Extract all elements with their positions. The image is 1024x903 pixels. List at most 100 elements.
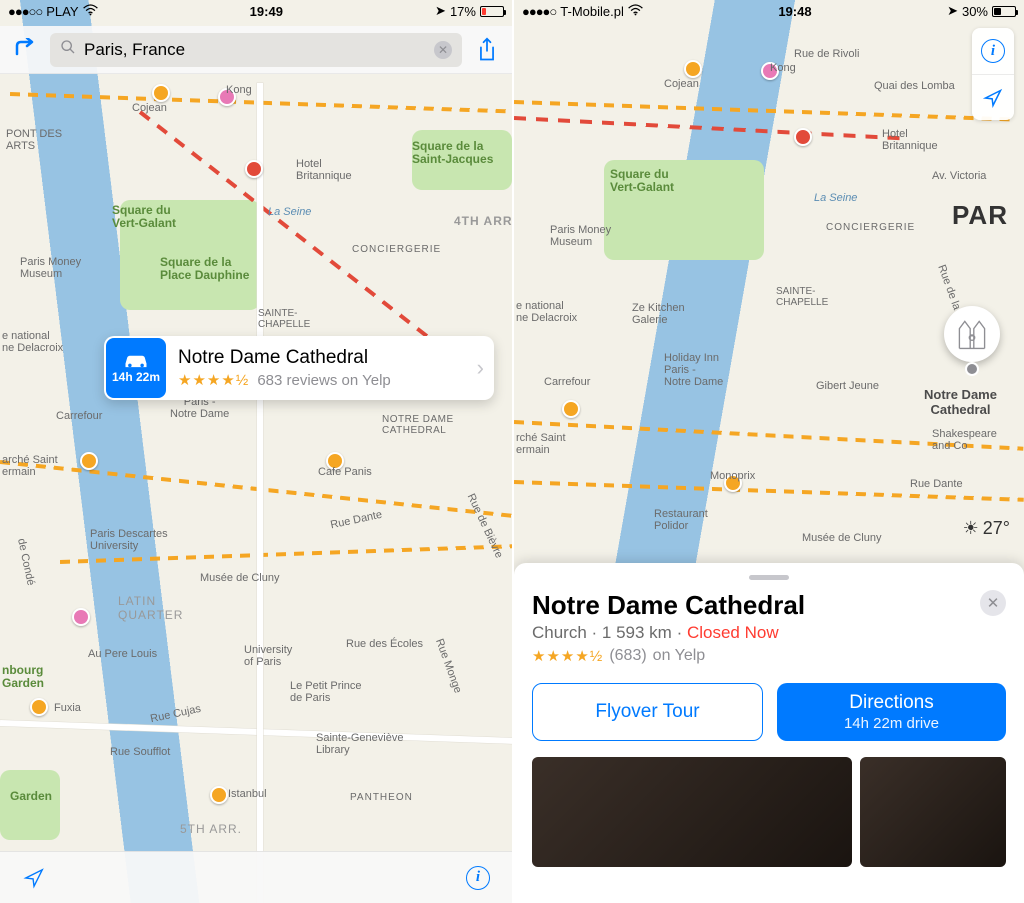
map-label: Le Petit Prince de Paris [290,680,362,704]
map-label: SAINTE- CHAPELLE [776,286,828,308]
battery-icon [992,6,1016,17]
flyover-tour-button[interactable]: Flyover Tour [532,683,763,741]
map-label: University of Paris [244,644,292,668]
drag-handle[interactable] [749,575,789,580]
location-services-icon: ➤ [947,3,958,19]
map-label: Square du Vert-Galant [610,168,674,194]
map-label: Holiday Inn Paris - Notre Dame [664,352,723,388]
map-label: CONCIERGERIE [826,222,915,233]
map-label-district: 5TH ARR. [180,822,242,836]
map-label: Fuxia [54,702,81,714]
map-label: PANTHEON [350,792,413,803]
map-label: Square de la Saint-Jacques [412,140,493,166]
right-screenshot: Rue de Rivoli Cojean Kong Quai des Lomba… [514,0,1024,903]
clock: 19:48 [778,4,811,19]
car-icon [122,352,150,370]
map-label: e national ne Delacroix [516,300,577,324]
map-label: Rue Soufflot [110,746,170,758]
place-callout[interactable]: 14h 22m Notre Dame Cathedral ★★★★½ 683 r… [104,336,494,400]
map-controls: i [972,28,1014,120]
status-bar: ●●●●○ T-Mobile.pl 19:48 ➤ 30% [514,0,1024,22]
review-count: 683 reviews on Yelp [257,372,390,389]
poi-icon[interactable] [562,400,580,418]
map-label: Gibert Jeune [816,380,879,392]
callout-body: Notre Dame Cathedral ★★★★½ 683 reviews o… [168,347,477,389]
map-label-district: LATIN QUARTER [118,594,183,622]
rating-stars: ★★★★½ [532,647,603,665]
weather-badge[interactable]: ☀︎ 27° [963,518,1010,539]
left-screenshot: PONT DES ARTS Cojean Kong Hotel Britanni… [0,0,514,903]
search-input[interactable] [84,40,426,60]
sun-icon: ☀︎ [963,518,979,539]
directions-button[interactable]: Directions 14h 22m drive [777,683,1006,741]
map-label: Monoprix [710,470,755,482]
map-label: Carrefour [544,376,590,388]
map-label-river: La Seine [268,206,311,218]
rating-stars: ★★★★½ [178,371,249,389]
map-label: Hotel Britannique [296,158,352,182]
locate-me-button[interactable] [972,74,1014,120]
poi-no-entry[interactable] [794,128,812,146]
map-label: Shakespeare and Co [932,428,997,452]
clear-search-button[interactable]: ✕ [434,41,452,59]
drive-eta-badge[interactable]: 14h 22m [106,338,166,398]
bottom-toolbar: i [0,851,512,903]
map-label: Ze Kitchen Galerie [632,302,685,326]
map-label: Musée de Cluny [802,532,882,544]
map-label: Au Pere Louis [88,648,157,660]
search-field[interactable]: ✕ [50,33,462,67]
map-label-district: 4TH ARR. [454,214,514,228]
map-info-button[interactable]: i [462,862,494,894]
map-label: Sainte-Geneviève Library [316,732,403,756]
map-label: Restaurant Polidor [654,508,708,532]
place-photo[interactable] [860,757,1006,867]
map-label: SAINTE- CHAPELLE [258,308,310,330]
map-label: Rue Dante [910,478,963,490]
carrier-label: T-Mobile.pl [560,4,624,19]
share-button[interactable] [470,33,504,67]
map-label: Garden [10,790,52,803]
poi-icon[interactable] [210,786,228,804]
map-label: Kong [226,84,252,96]
map-label: Kong [770,62,796,74]
map-info-button[interactable]: i [972,28,1014,74]
selected-place-marker[interactable] [944,306,1000,362]
map-label: Cafe Panis [318,466,372,478]
map-label: Square de la Place Dauphine [160,256,249,282]
map-label: Paris Descartes University [90,528,168,552]
close-card-button[interactable]: ✕ [980,590,1006,616]
map-label: Rue de Rivoli [794,48,859,60]
directions-button[interactable] [8,33,42,67]
wifi-icon [83,4,98,19]
map-label: PONT DES ARTS [6,128,62,152]
map-label: Cojean [132,102,167,114]
review-count: (683) [609,647,646,665]
poi-icon[interactable] [152,84,170,102]
locate-me-button[interactable] [18,862,50,894]
poi-icon[interactable] [684,60,702,78]
map-label: rché Saint ermain [516,432,566,456]
map-label: Rue des Écoles [346,638,423,650]
poi-icon[interactable] [30,698,48,716]
map-label: Paris Money Museum [20,256,81,280]
temperature: 27° [983,518,1010,539]
map-label: Hotel Britannique [882,128,938,152]
poi-icon[interactable] [80,452,98,470]
marker-label: Notre Dame Cathedral [924,388,997,418]
road [257,83,263,903]
map-label: Av. Victoria [932,170,986,182]
status-bar: ●●●○○ PLAY 19:49 ➤ 17% [0,0,512,22]
photo-strip[interactable] [532,757,1006,867]
place-photo[interactable] [532,757,852,867]
place-card[interactable]: Notre Dame Cathedral Church · 1 593 km ·… [514,563,1024,903]
review-source: on Yelp [653,647,706,665]
poi-no-entry[interactable] [245,160,263,178]
map-label-city: PAR [952,200,1008,231]
carrier-label: PLAY [46,4,78,19]
chevron-right-icon[interactable]: › [477,355,494,381]
signal-icon: ●●●○○ [8,4,42,19]
search-icon [60,39,76,60]
poi-icon[interactable] [72,608,90,626]
map-label: Istanbul [228,788,267,800]
eta-label: 14h 22m [112,370,160,384]
